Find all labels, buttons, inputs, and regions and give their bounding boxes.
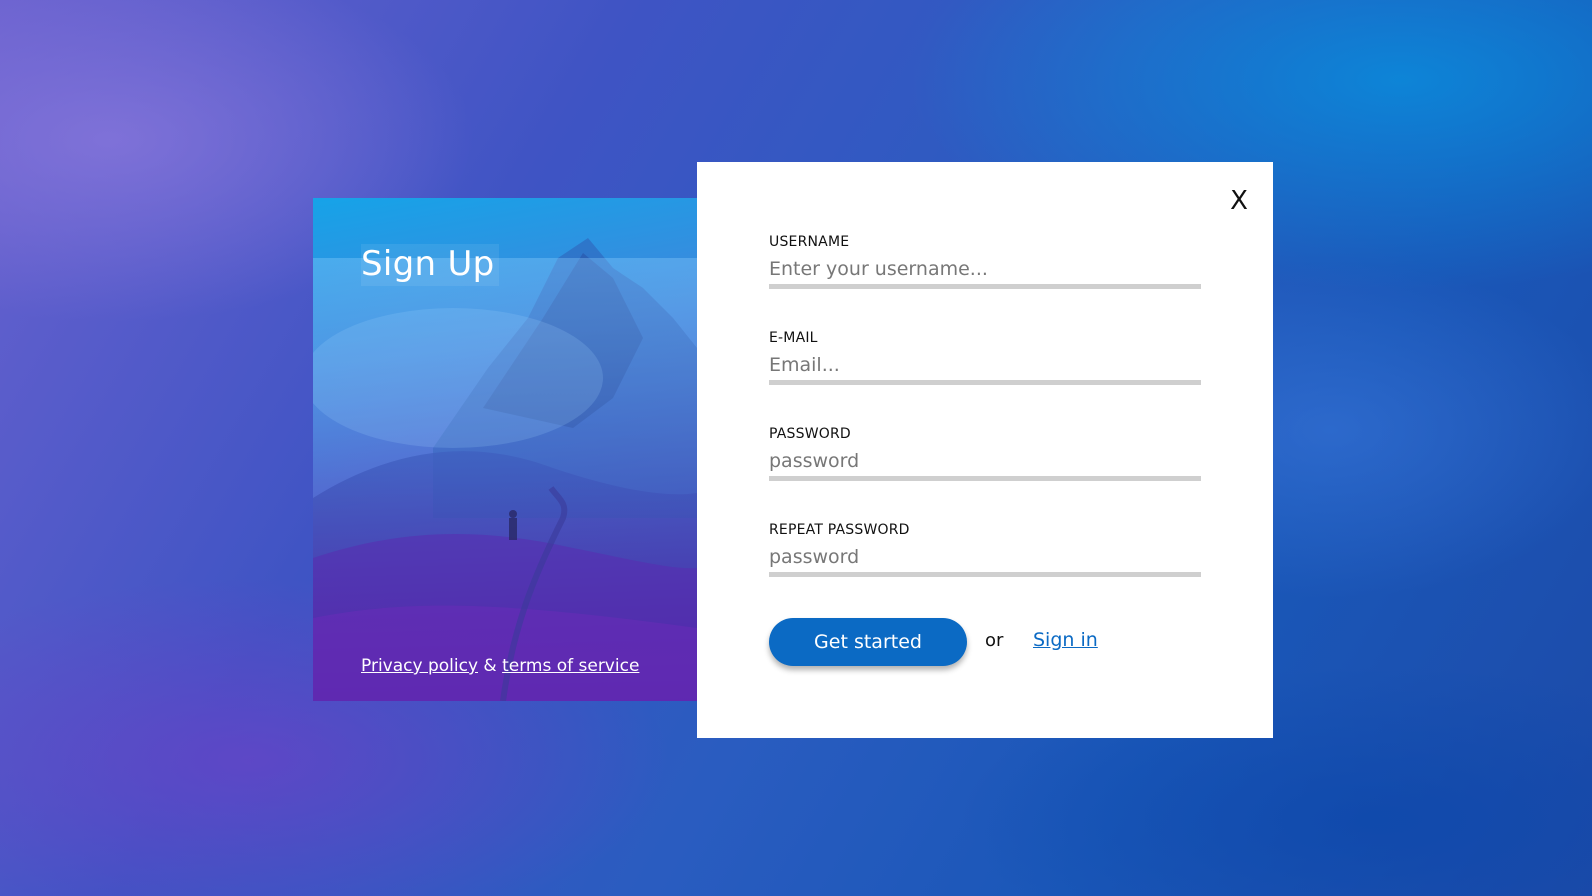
username-label: USERNAME — [769, 234, 850, 250]
password-label: PASSWORD — [769, 426, 851, 442]
terms-of-service-link[interactable]: terms of service — [502, 656, 639, 676]
email-label: E-MAIL — [769, 330, 818, 346]
password-field-group: PASSWORD — [769, 426, 1201, 481]
repeat-password-field-group: REPEAT PASSWORD — [769, 522, 1201, 577]
username-field-group: USERNAME — [769, 234, 1201, 289]
get-started-button[interactable]: Get started — [769, 618, 967, 666]
legal-links: Privacy policy & terms of service — [361, 656, 639, 676]
email-field-group: E-MAIL — [769, 330, 1201, 385]
legal-separator: & — [483, 656, 497, 676]
repeat-password-input[interactable] — [769, 544, 1201, 577]
privacy-policy-link[interactable]: Privacy policy — [361, 656, 478, 676]
password-input[interactable] — [769, 448, 1201, 481]
or-text: or — [985, 630, 1004, 651]
sign-in-link[interactable]: Sign in — [1033, 629, 1098, 651]
signup-image-panel: Sign Up Privacy policy & terms of servic… — [313, 198, 697, 701]
username-input[interactable] — [769, 256, 1201, 289]
close-icon[interactable]: X — [1225, 186, 1253, 216]
page-title: Sign Up — [361, 244, 499, 286]
signup-form-card: X USERNAME E-MAIL PASSWORD REPEAT PASSWO… — [697, 162, 1273, 738]
email-input[interactable] — [769, 352, 1201, 385]
repeat-password-label: REPEAT PASSWORD — [769, 522, 910, 538]
